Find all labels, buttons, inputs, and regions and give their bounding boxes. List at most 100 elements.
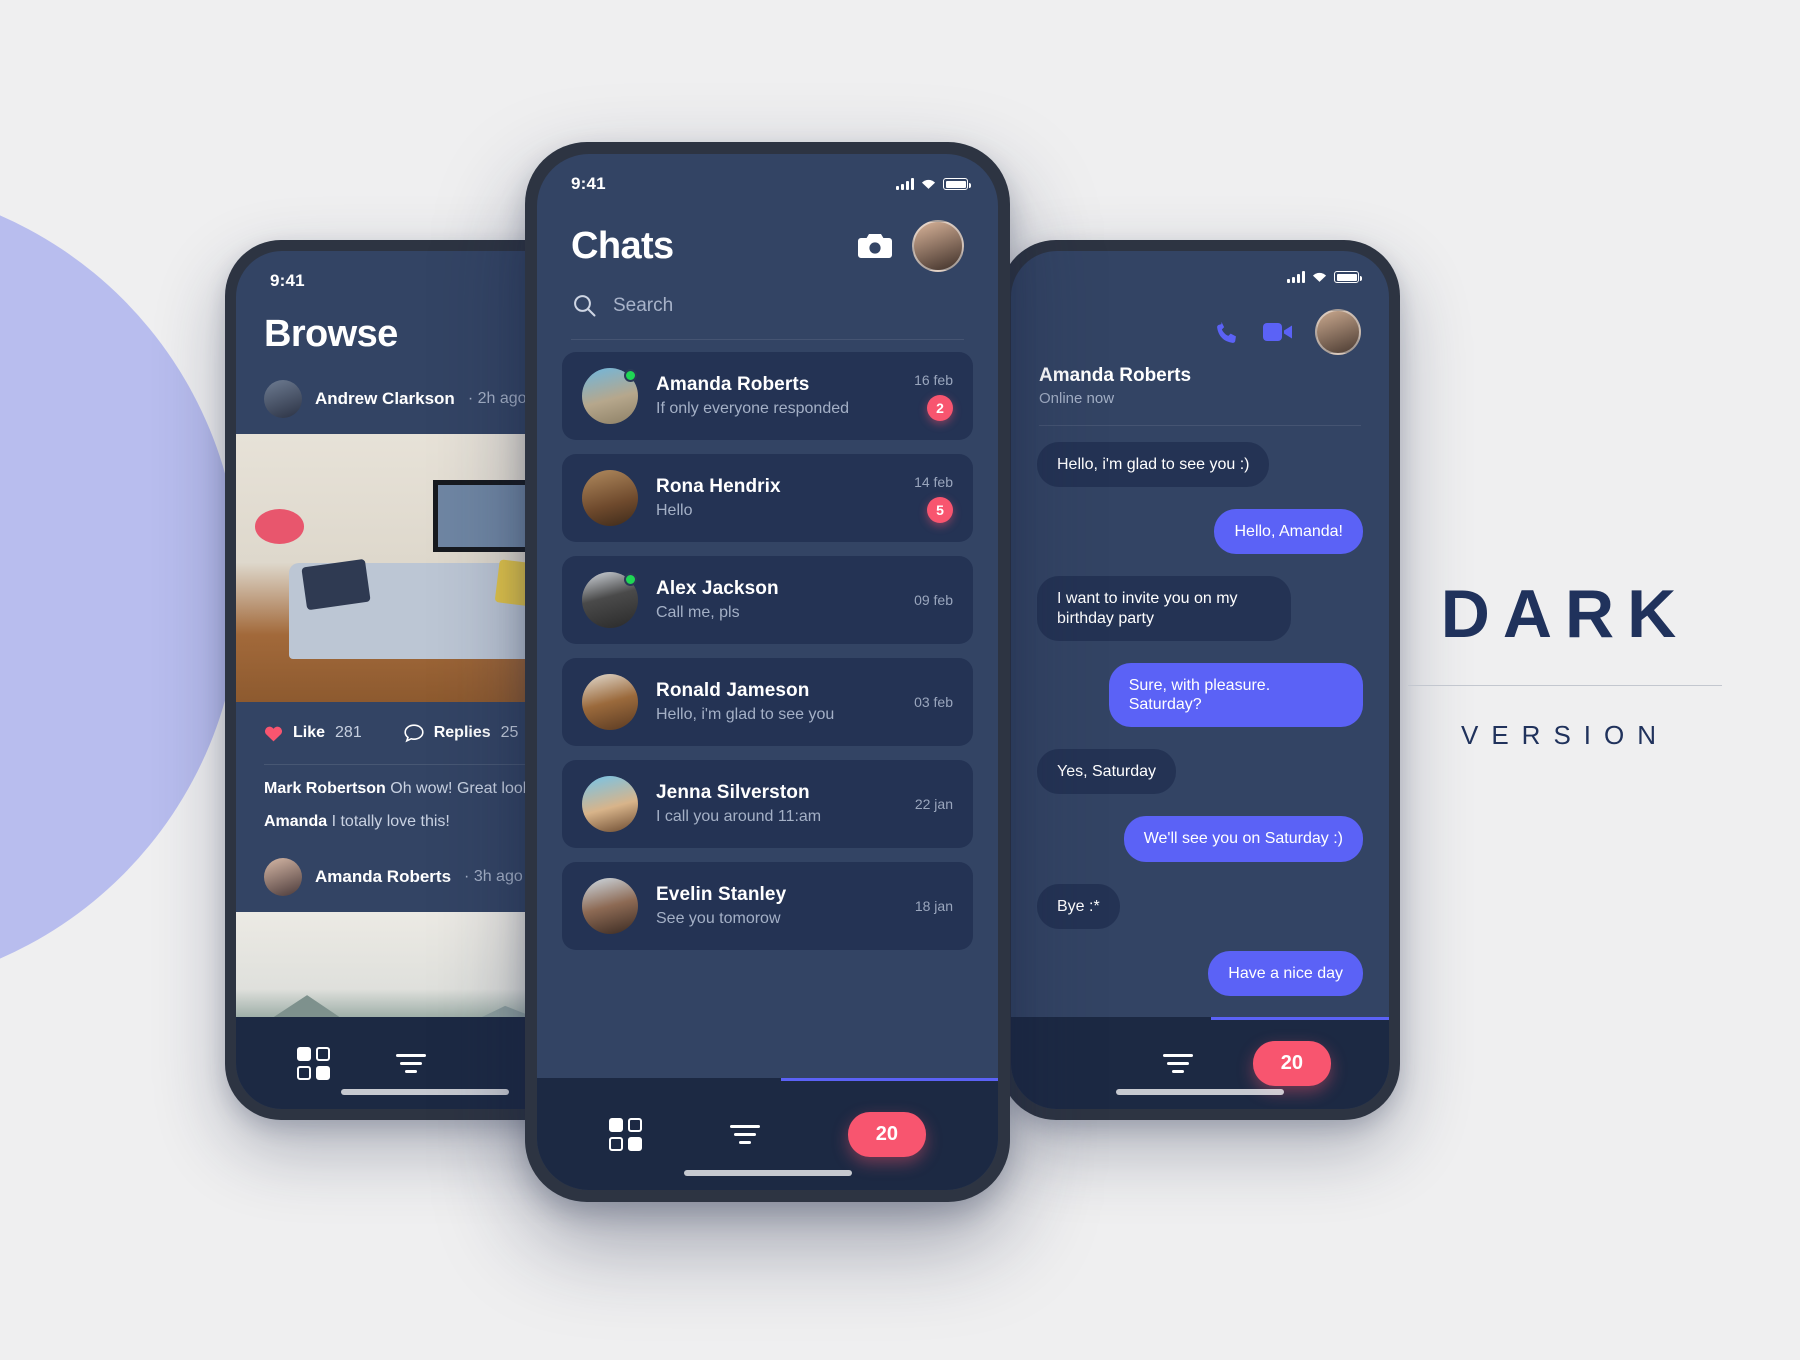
post-time: · 3h ago xyxy=(464,867,523,885)
chat-item-text: Alex Jackson Call me, pls xyxy=(656,578,914,622)
chat-item-text: Evelin Stanley See you tomorow xyxy=(656,884,915,928)
grid-icon[interactable] xyxy=(297,1046,331,1080)
chat-list: Amanda Roberts If only everyone responde… xyxy=(537,340,998,950)
chat-date: 16 feb xyxy=(914,371,953,388)
grid-icon[interactable] xyxy=(608,1117,642,1151)
chat-item-meta: 18 jan xyxy=(915,898,953,914)
chats-page-title: Chats xyxy=(571,224,674,267)
avatar xyxy=(582,368,638,424)
chat-list-item[interactable]: Jenna Silverston I call you around 11:am… xyxy=(562,760,973,848)
label-version: VERSION xyxy=(1460,720,1670,750)
avatar xyxy=(582,674,638,730)
heart-icon xyxy=(264,726,283,741)
message-bubble: I want to invite you on my birthday part… xyxy=(1037,576,1292,641)
chat-item-meta: 09 feb xyxy=(914,592,953,608)
conversation-screen: Amanda Roberts Online now Hello, i'm gla… xyxy=(1011,251,1389,1109)
online-indicator xyxy=(624,573,637,586)
label-dark: DARK xyxy=(1440,576,1690,652)
status-bar-conversation xyxy=(1011,251,1389,283)
chat-item-meta: 16 feb 2 xyxy=(914,372,953,421)
phone-chats: 9:41 Chats Search Amanda Roberts If only… xyxy=(525,142,1010,1202)
chats-screen: 9:41 Chats Search Amanda Roberts If only… xyxy=(537,154,998,1190)
status-time: 9:41 xyxy=(270,271,305,290)
message-bubble: We'll see you on Saturday :) xyxy=(1123,816,1363,862)
signal-icon xyxy=(896,178,914,190)
message-bubble: Hello, i'm glad to see you :) xyxy=(1037,442,1270,488)
chat-item-text: Jenna Silverston I call you around 11:am xyxy=(656,782,915,826)
post-time-value: 2h ago xyxy=(477,390,527,407)
post-time-value: 3h ago xyxy=(473,867,523,885)
status-time: 9:41 xyxy=(571,174,606,193)
chats-header: Chats xyxy=(537,194,998,272)
message-bubble: Yes, Saturday xyxy=(1037,749,1177,795)
chat-list-item[interactable]: Rona Hendrix Hello 14 feb 5 xyxy=(562,454,973,542)
unread-pill[interactable]: 20 xyxy=(1252,1040,1332,1086)
chat-list-item[interactable]: Amanda Roberts If only everyone responde… xyxy=(562,352,973,440)
message-bubble: Bye :* xyxy=(1037,883,1120,929)
like-count: 281 xyxy=(335,724,362,741)
search-icon xyxy=(574,295,596,317)
message-bubble: Have a nice day xyxy=(1208,950,1363,996)
like-label: Like xyxy=(293,724,326,741)
battery-icon xyxy=(1334,271,1362,283)
unread-badge: 5 xyxy=(927,496,953,523)
status-icons xyxy=(1287,271,1362,283)
conversation-title: Amanda Roberts Online now xyxy=(1011,355,1389,426)
online-indicator xyxy=(624,369,637,382)
comment-author: Amanda xyxy=(264,813,328,831)
chat-contact-name: Evelin Stanley xyxy=(656,884,787,905)
phone-call-icon[interactable] xyxy=(1214,319,1241,346)
camera-icon[interactable] xyxy=(858,232,892,260)
chat-item-meta: 03 feb xyxy=(914,694,953,710)
avatar xyxy=(582,776,638,832)
chat-date: 18 jan xyxy=(914,898,953,914)
chat-preview-message: I call you around 11:am xyxy=(656,808,822,825)
chat-item-text: Rona Hendrix Hello xyxy=(656,476,914,520)
poster-canvas: 9:41 Browse Andrew Clarkson · 2h ago Lik… xyxy=(0,0,1800,1360)
chat-contact-name: Jenna Silverston xyxy=(656,782,810,803)
chat-preview-message: See you tomorow xyxy=(656,910,781,927)
chat-preview-message: Hello xyxy=(656,502,693,519)
filter-icon[interactable] xyxy=(729,1124,760,1144)
wifi-icon xyxy=(1312,272,1327,282)
label-divider xyxy=(1408,685,1722,686)
chat-list-item[interactable]: Ronald Jameson Hello, i'm glad to see yo… xyxy=(562,658,973,746)
like-button[interactable]: Like 281 xyxy=(264,724,362,742)
chat-date: 09 feb xyxy=(914,592,953,608)
contact-name: Amanda Roberts xyxy=(1039,365,1192,386)
replies-count: 25 xyxy=(500,724,519,741)
filter-icon[interactable] xyxy=(396,1053,427,1073)
status-icons xyxy=(896,178,971,190)
message-list: Hello, i'm glad to see you :) Hello, Ama… xyxy=(1011,426,1389,996)
chat-contact-name: Amanda Roberts xyxy=(656,374,810,395)
conversation-header-actions xyxy=(1011,283,1389,355)
chat-item-text: Ronald Jameson Hello, i'm glad to see yo… xyxy=(656,680,914,724)
avatar[interactable] xyxy=(912,220,964,272)
unread-pill[interactable]: 20 xyxy=(847,1111,927,1157)
replies-button[interactable]: Replies 25 xyxy=(404,723,519,743)
chats-header-actions xyxy=(858,220,964,272)
poster-label: DARK VERSION xyxy=(1400,575,1730,751)
chat-list-item[interactable]: Evelin Stanley See you tomorow 18 jan xyxy=(562,862,973,950)
conversation-tabbar: 20 xyxy=(1011,1017,1389,1109)
status-bar-chats: 9:41 xyxy=(537,154,998,194)
comment-text: Oh wow! Great looki xyxy=(390,780,535,797)
avatar[interactable] xyxy=(1315,309,1361,355)
chats-tabbar: 20 xyxy=(537,1078,998,1190)
post-author: Amanda Roberts xyxy=(315,866,452,886)
replies-label: Replies xyxy=(433,724,491,741)
search-bar[interactable]: Search xyxy=(537,272,998,317)
comment-icon xyxy=(404,723,424,742)
chat-preview-message: Hello, i'm glad to see you xyxy=(656,706,835,723)
unread-badge: 2 xyxy=(927,394,953,421)
home-indicator xyxy=(1116,1089,1284,1095)
message-bubble: Hello, Amanda! xyxy=(1214,509,1363,555)
message-bubble: Sure, with pleasure. Saturday? xyxy=(1108,662,1363,728)
chat-date: 22 jan xyxy=(914,796,953,812)
chat-list-item[interactable]: Alex Jackson Call me, pls 09 feb xyxy=(562,556,973,644)
chat-date: 03 feb xyxy=(914,694,953,710)
video-call-icon[interactable] xyxy=(1263,321,1293,343)
filter-icon[interactable] xyxy=(1162,1053,1193,1073)
comment-author: Mark Robertson xyxy=(264,780,386,797)
search-input[interactable]: Search xyxy=(613,295,673,317)
